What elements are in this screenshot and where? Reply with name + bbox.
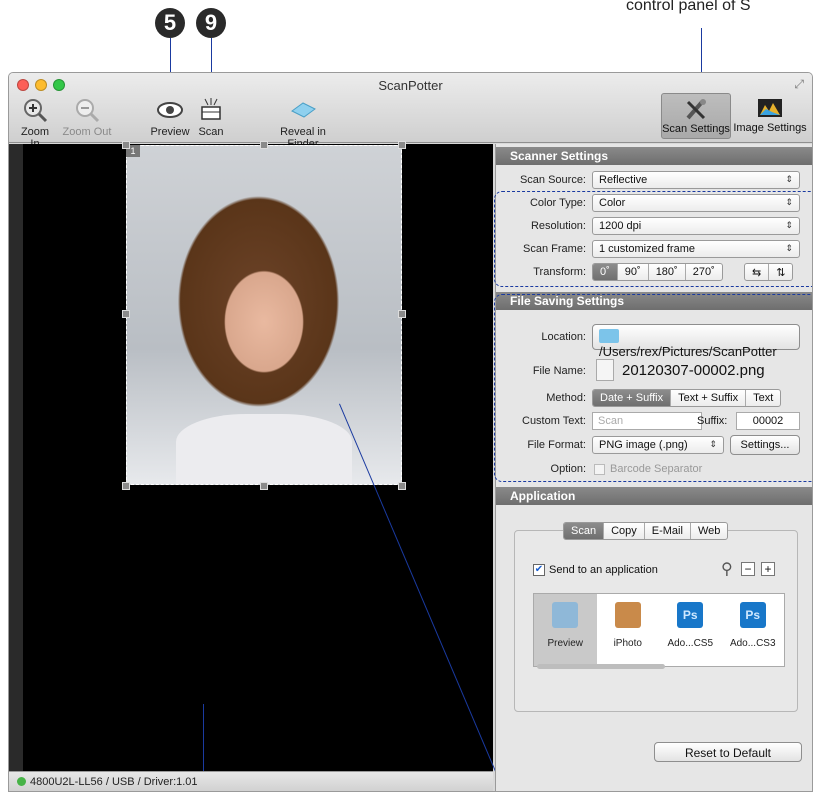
app-item-photoshop-cs3[interactable]: Ps Ado...CS3: [722, 594, 785, 666]
application-tabs: Scan Copy E-Mail Web: [563, 522, 729, 540]
application-list: Preview iPhoto Ps Ado...CS5 Ps Ado...CS3: [533, 593, 785, 667]
preview-eye-icon: [156, 97, 184, 123]
app-item-iphoto[interactable]: iPhoto: [597, 594, 660, 666]
image-settings-button[interactable]: Image Settings: [733, 93, 807, 139]
tab-scan[interactable]: Scan: [564, 523, 605, 539]
reveal-in-finder-button[interactable]: Reveal in Finder: [263, 97, 343, 150]
app-name: Preview: [547, 638, 584, 649]
scan-source-label: Scan Source:: [519, 174, 586, 186]
scanner-settings-header: Scanner Settings: [496, 147, 812, 165]
scan-source-value: Reflective: [599, 174, 648, 186]
zoom-in-icon: [21, 97, 49, 123]
app-item-preview[interactable]: Preview: [534, 594, 597, 666]
scan-label: Scan: [198, 126, 224, 138]
iphoto-app-icon: [614, 602, 641, 628]
preview-button[interactable]: Preview: [149, 97, 191, 138]
status-bar: 4800U2L-LL56 / USB / Driver:1.01: [9, 771, 493, 791]
application-box: Scan Copy E-Mail Web ✔ Send to an applic…: [514, 522, 798, 712]
remove-app-button[interactable]: −: [741, 562, 755, 576]
crop-handle-bottom-mid[interactable]: [260, 482, 268, 490]
zoom-out-button[interactable]: Zoom Out: [61, 97, 113, 138]
settings-panel: Scanner Settings Scan Source: Reflective…: [494, 144, 812, 791]
app-name: Ado...CS5: [667, 638, 714, 649]
reset-to-default-button[interactable]: Reset to Default: [654, 742, 802, 762]
titlebar: ScanPotter ⤢ Zoom In Zoom Out Preview Sc…: [9, 73, 812, 150]
preview-left-strip: [9, 144, 23, 771]
scan-source-select[interactable]: Reflective ⇕: [592, 171, 800, 189]
tab-email[interactable]: E-Mail: [645, 523, 691, 539]
app-name: Ado...CS3: [729, 638, 776, 649]
image-histogram-icon: [756, 97, 784, 119]
fullscreen-icon[interactable]: ⤢: [794, 77, 804, 92]
tab-web[interactable]: Web: [691, 523, 727, 539]
preview-app-icon: [552, 602, 579, 628]
zoom-out-label: Zoom Out: [62, 126, 112, 138]
scan-preview-area[interactable]: 1: [9, 141, 501, 784]
crop-handle-top-left[interactable]: [122, 141, 130, 149]
send-to-app-checkbox[interactable]: ✔: [533, 564, 545, 576]
scanpotter-window: ScanPotter ⤢ Zoom In Zoom Out Preview Sc…: [8, 72, 813, 792]
file-saving-callout-box: [494, 294, 812, 482]
crop-handle-bottom-left[interactable]: [122, 482, 130, 490]
callout-line-photo: [339, 403, 501, 782]
scan-source-row: Scan Source: Reflective ⇕: [496, 171, 812, 191]
crop-handle-top-mid[interactable]: [260, 141, 268, 149]
zoom-out-icon: [73, 97, 101, 123]
chevron-updown-icon: ⇕: [785, 174, 793, 184]
app-item-photoshop-cs5[interactable]: Ps Ado...CS5: [659, 594, 722, 666]
scan-frame-photo[interactable]: [126, 145, 402, 485]
tab-copy[interactable]: Copy: [604, 523, 645, 539]
device-status-text: 4800U2L-LL56 / USB / Driver:1.01: [30, 776, 198, 788]
photoshop-app-icon: Ps: [739, 602, 766, 628]
send-to-app-label: Send to an application: [549, 564, 658, 576]
preview-label: Preview: [150, 126, 190, 138]
scan-settings-label: Scan Settings: [662, 123, 730, 135]
scanner-settings-callout-box: [494, 191, 812, 287]
folder-icon: [289, 97, 317, 123]
image-settings-label: Image Settings: [733, 122, 807, 134]
connection-status-icon: [17, 777, 26, 786]
crop-handle-top-right[interactable]: [398, 141, 406, 149]
callout-note-scan-settings: control panel of S: [626, 0, 751, 14]
scanner-icon: [197, 97, 225, 123]
photo-subject-shirt: [176, 414, 352, 484]
app-list-scrollbar[interactable]: [537, 664, 665, 669]
window-title: ScanPotter: [378, 78, 443, 93]
crop-handle-mid-right[interactable]: [398, 310, 406, 318]
app-name: iPhoto: [613, 638, 642, 649]
callout-9: 9: [196, 8, 226, 38]
crop-handle-mid-left[interactable]: [122, 310, 130, 318]
photoshop-app-icon: Ps: [677, 602, 704, 628]
application-header: Application: [496, 487, 812, 505]
search-icon[interactable]: ⚲: [721, 559, 733, 579]
add-app-button[interactable]: +: [761, 562, 775, 576]
scan-button[interactable]: Scan: [195, 97, 227, 138]
crop-handle-bottom-right[interactable]: [398, 482, 406, 490]
reset-label: Reset to Default: [684, 746, 772, 760]
callout-5: 5: [155, 8, 185, 38]
scan-settings-button[interactable]: Scan Settings: [661, 93, 731, 139]
tools-icon: [682, 98, 710, 120]
zoom-in-button[interactable]: Zoom In: [15, 97, 55, 150]
